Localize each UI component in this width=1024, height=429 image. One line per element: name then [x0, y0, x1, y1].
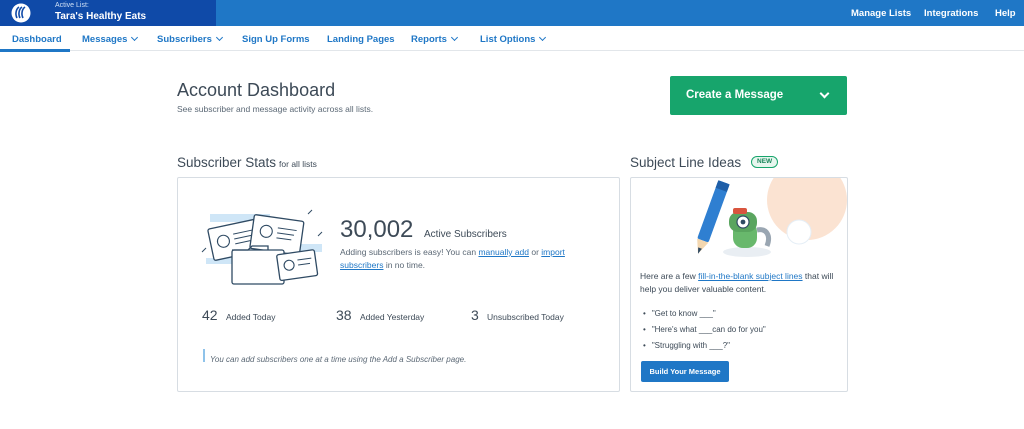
chevron-down-icon [539, 33, 547, 42]
unsubscribed-today-label: Unsubscribed Today [487, 312, 564, 322]
hint-outro: page. [444, 355, 467, 364]
integrations-link[interactable]: Integrations [924, 8, 978, 19]
subscriber-stats-heading: Subscriber Stats for all lists [177, 155, 317, 170]
subject-idea-item: "Get to know ___" [643, 309, 716, 318]
tab-dashboard-label: Dashboard [12, 34, 62, 45]
chevron-down-icon [215, 33, 223, 42]
build-your-message-button[interactable]: Build Your Message [641, 361, 729, 382]
pencil-robot-illustration [697, 178, 847, 257]
subscriber-stats-scope: for all lists [279, 159, 317, 169]
page-subtitle: See subscriber and message activity acro… [177, 104, 374, 114]
add-subscribers-outro: in no time. [383, 260, 426, 270]
main-nav: Dashboard Messages Subscribers Sign Up F… [0, 26, 1024, 52]
tab-reports-label: Reports [411, 34, 447, 45]
add-subscribers-text: Adding subscribers is easy! You can manu… [340, 246, 585, 272]
subscriber-stats-title: Subscriber Stats [177, 155, 277, 170]
new-badge: NEW [751, 156, 779, 168]
added-today-label: Added Today [226, 312, 276, 322]
chevron-down-icon [450, 33, 458, 42]
tab-list-options-label: List Options [480, 34, 536, 45]
tab-dashboard[interactable]: Dashboard [12, 34, 62, 45]
active-tab-indicator [0, 49, 70, 52]
active-list-switcher[interactable]: Active List: Tara's Healthy Eats [0, 0, 216, 26]
manage-lists-link[interactable]: Manage Lists [851, 8, 911, 19]
tab-sign-up-forms-label: Sign Up Forms [242, 34, 310, 45]
aweber-logo-icon [11, 3, 31, 23]
fill-in-the-blank-link[interactable]: fill-in-the-blank subject lines [698, 271, 802, 281]
add-subscribers-intro: Adding subscribers is easy! You can [340, 247, 479, 257]
subject-line-ideas-card: Here are a few fill-in-the-blank subject… [630, 177, 848, 392]
active-list-label: Active List: [55, 2, 89, 9]
tab-reports[interactable]: Reports [411, 33, 458, 45]
subject-ideas-intro: Here are a few fill-in-the-blank subject… [640, 270, 840, 296]
page-title: Account Dashboard [177, 80, 336, 100]
added-yesterday-label: Added Yesterday [360, 312, 425, 322]
manually-add-link[interactable]: manually add [478, 247, 529, 257]
unsubscribed-today-count: 3 [471, 307, 479, 323]
ideas-intro-text: Here are a few [640, 271, 699, 281]
added-today-count: 42 [202, 307, 218, 323]
active-list-name[interactable]: Tara's Healthy Eats [55, 11, 146, 22]
tab-subscribers-label: Subscribers [157, 34, 212, 45]
tab-sign-up-forms[interactable]: Sign Up Forms [242, 34, 310, 45]
subject-idea-item: "Here's what ___can do for you" [643, 325, 766, 334]
subscriber-stats-card: 30,002 Active Subscribers Adding subscri… [177, 177, 620, 392]
subject-idea-item: "Struggling with ___?" [643, 341, 730, 350]
add-subscribers-or: or [529, 247, 542, 257]
create-message-label: Create a Message [686, 89, 784, 101]
tab-landing-pages-label: Landing Pages [327, 34, 395, 45]
tab-messages[interactable]: Messages [82, 33, 139, 45]
active-subscribers-count: 30,002 [340, 216, 414, 243]
subscriber-cards-illustration [201, 209, 323, 285]
tab-subscribers[interactable]: Subscribers [157, 33, 223, 45]
subject-line-ideas-heading: Subject Line Ideas [630, 155, 742, 170]
create-message-button[interactable]: Create a Message [670, 76, 847, 115]
help-link[interactable]: Help [995, 8, 1016, 19]
add-a-subscriber-link[interactable]: Add a Subscriber [383, 355, 444, 364]
tab-landing-pages[interactable]: Landing Pages [327, 34, 395, 45]
add-subscriber-hint: You can add subscribers one at a time us… [203, 349, 583, 364]
chevron-down-icon [131, 33, 139, 42]
hint-intro: You can add subscribers one at a time us… [210, 355, 383, 364]
tab-list-options[interactable]: List Options [480, 33, 547, 45]
tab-messages-label: Messages [82, 34, 128, 45]
active-subscribers-label: Active Subscribers [424, 229, 507, 240]
top-bar: Active List: Tara's Healthy Eats Manage … [0, 0, 1024, 26]
added-yesterday-count: 38 [336, 307, 352, 323]
chevron-down-icon[interactable] [819, 88, 830, 99]
